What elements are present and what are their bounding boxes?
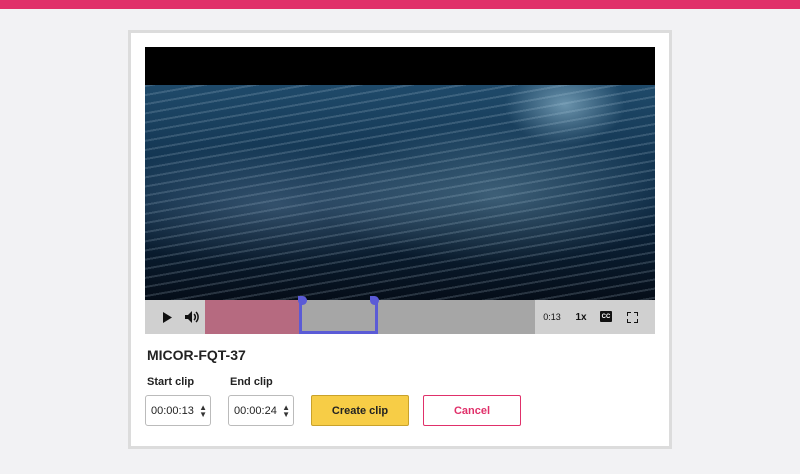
played-progress: [205, 300, 299, 334]
volume-button[interactable]: [183, 300, 201, 334]
cancel-button[interactable]: Cancel: [423, 395, 521, 426]
end-clip-value: 00:00:24: [234, 404, 277, 417]
clip-end-handle[interactable]: [370, 296, 379, 305]
clip-start-handle[interactable]: [298, 296, 307, 305]
top-accent-bar: [0, 0, 800, 9]
create-clip-button[interactable]: Create clip: [311, 395, 409, 426]
play-icon: [162, 311, 172, 323]
play-button[interactable]: [159, 300, 175, 334]
volume-icon: [185, 311, 199, 323]
start-clip-label: Start clip: [147, 376, 195, 388]
end-clip-label: End clip: [230, 376, 273, 388]
captions-button[interactable]: CC: [600, 311, 612, 322]
start-clip-value: 00:00:13: [151, 404, 194, 417]
video-title: MICOR-FQT-37: [147, 347, 246, 363]
video-player[interactable]: [145, 47, 655, 300]
fullscreen-button[interactable]: [625, 300, 639, 334]
end-clip-input[interactable]: 00:00:24 ▲ ▼: [228, 395, 294, 426]
timeline-scrubber[interactable]: [205, 296, 535, 334]
video-controls: 0:13 1x CC: [145, 296, 655, 334]
fullscreen-icon: [626, 311, 638, 323]
current-time: 0:13: [543, 312, 561, 322]
stepper-icon[interactable]: ▲ ▼: [282, 403, 290, 418]
clip-editor-card: 0:13 1x CC MICOR-FQT-37 Start clip End c…: [128, 30, 672, 449]
video-frame: [145, 85, 655, 300]
speed-button[interactable]: 1x: [573, 300, 589, 334]
start-clip-input[interactable]: 00:00:13 ▲ ▼: [145, 395, 211, 426]
stepper-icon[interactable]: ▲ ▼: [199, 403, 207, 418]
clip-selection-range[interactable]: [298, 296, 379, 334]
